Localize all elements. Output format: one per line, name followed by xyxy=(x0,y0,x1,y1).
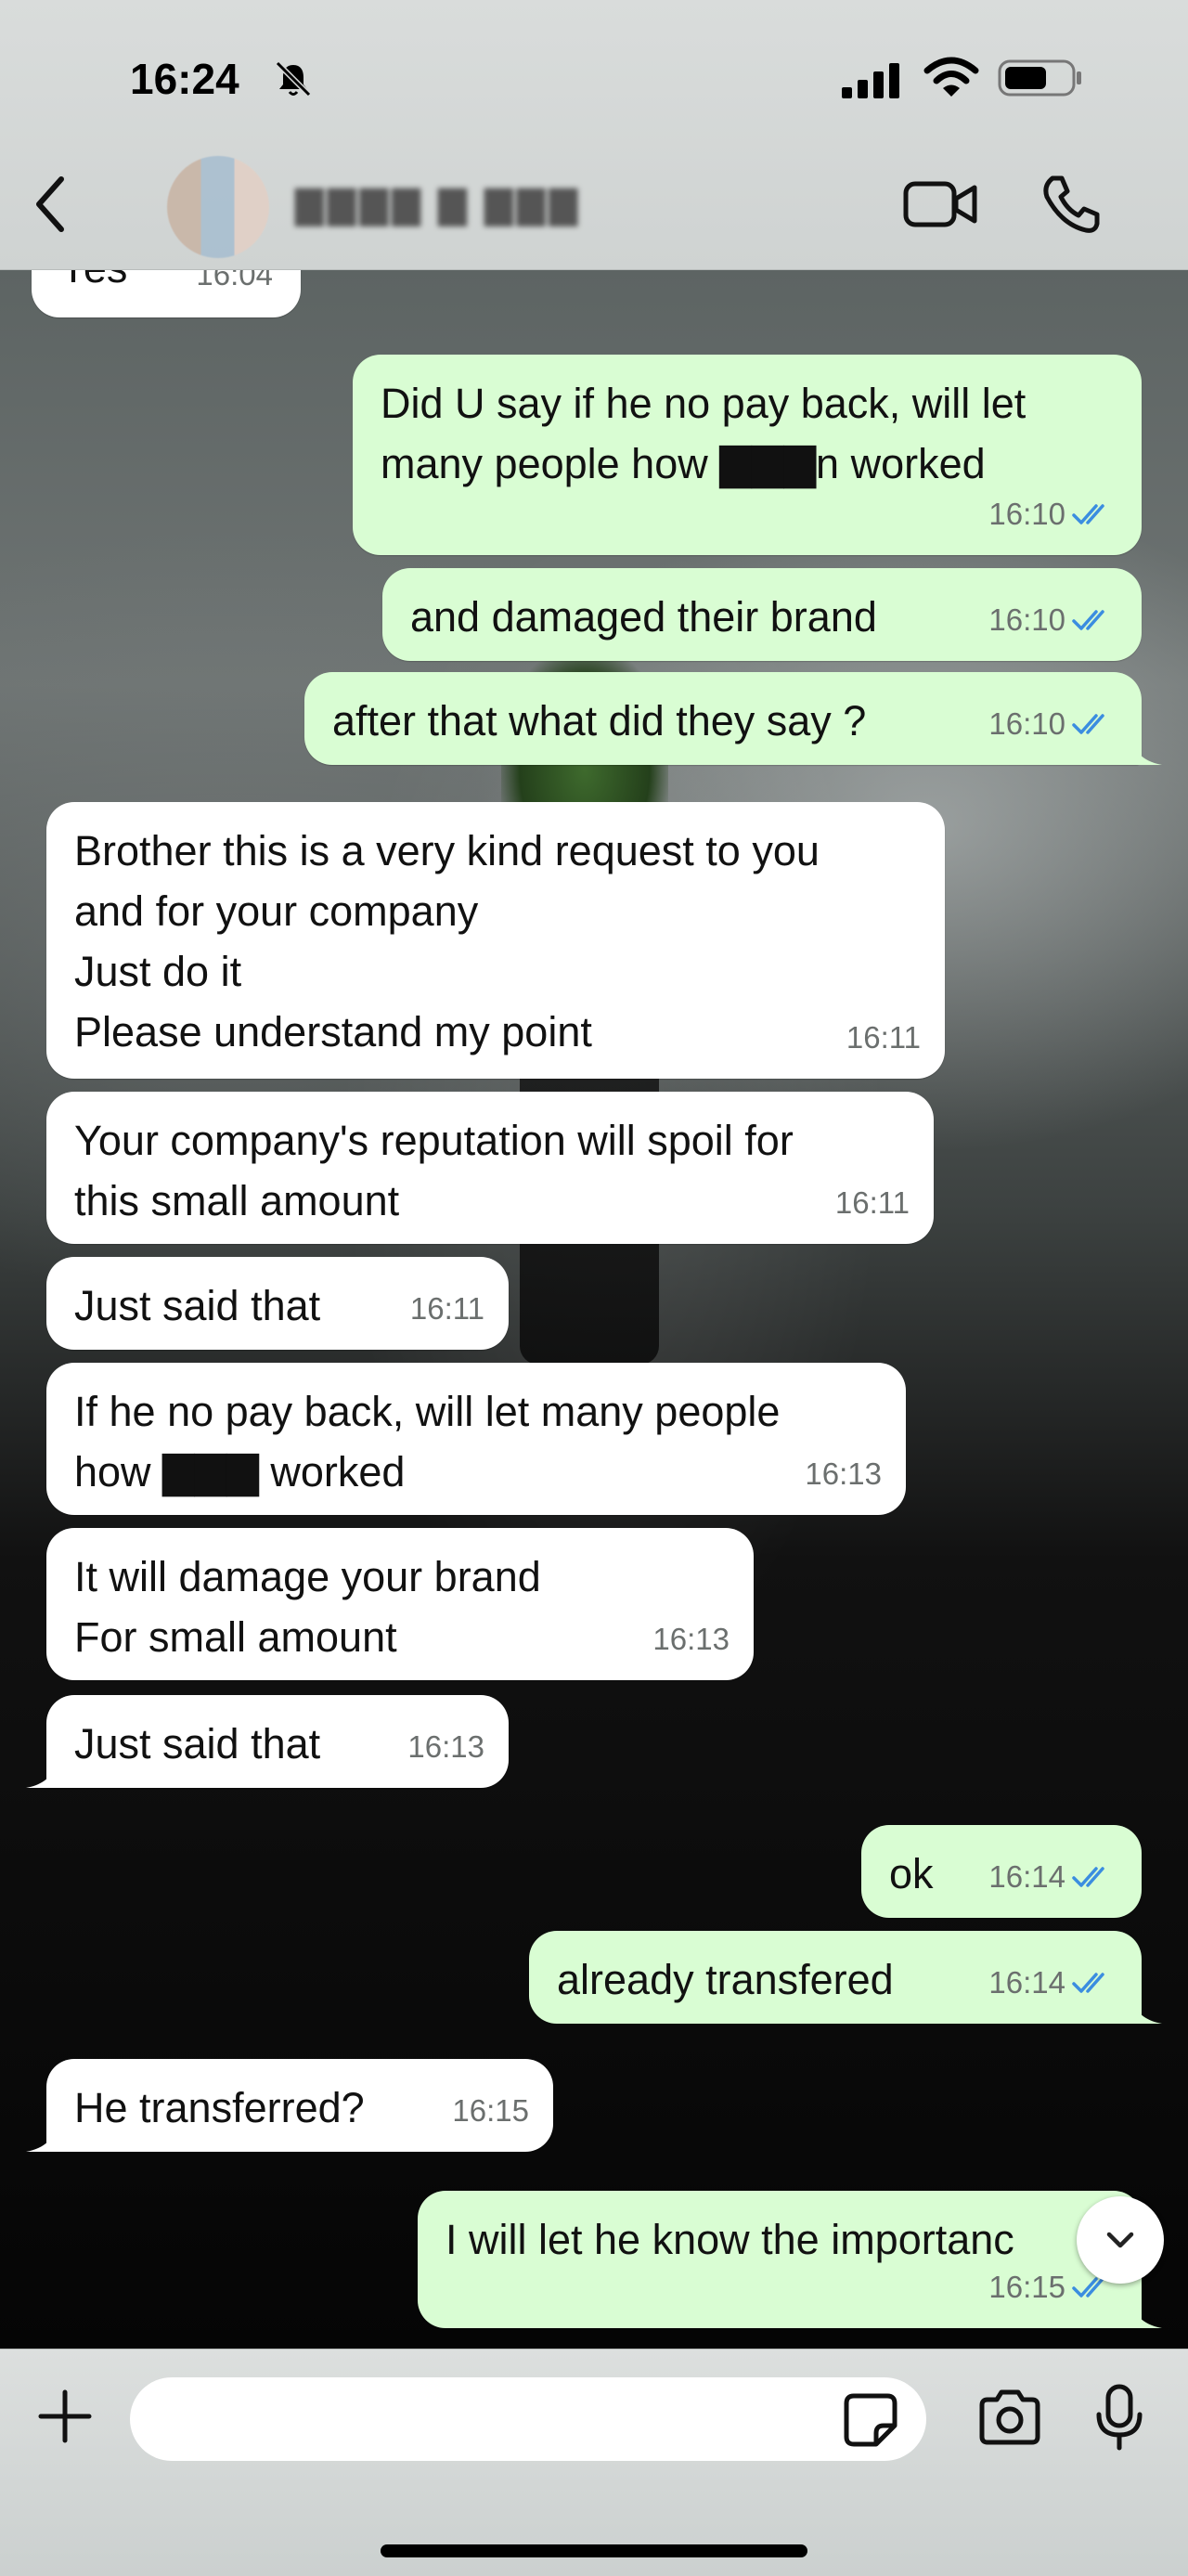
message-bubble-incoming[interactable]: Your company's reputation will spoil for… xyxy=(46,1092,934,1244)
camera-button[interactable] xyxy=(976,2388,1043,2446)
double-check-icon xyxy=(1072,1866,1104,1887)
message-time: 16:10 xyxy=(988,706,1065,741)
double-check-icon xyxy=(1072,503,1104,524)
battery-icon xyxy=(998,59,1081,97)
message-bubble-incoming[interactable]: He transferred? 16:15 xyxy=(26,2059,553,2152)
message-time: 16:15 xyxy=(452,2093,529,2128)
message-bubble-outgoing[interactable]: after that what did they say ? 16:10 xyxy=(304,672,1162,765)
voice-call-button[interactable] xyxy=(1040,173,1103,236)
message-time: 16:10 xyxy=(988,497,1065,531)
double-check-icon xyxy=(1072,1972,1104,1993)
message-bubble-incoming[interactable]: Brother this is a very kind request to y… xyxy=(46,802,945,1079)
message-bubble-incoming[interactable]: Just said that 16:11 xyxy=(46,1257,509,1350)
message-bubble-outgoing[interactable]: already transfered 16:14 xyxy=(529,1931,1162,2024)
message-text: It will damage your brand For small amou… xyxy=(74,1553,541,1661)
message-text: If he no pay back, will let many people … xyxy=(74,1388,781,1495)
message-bubble-incoming[interactable]: If he no pay back, will let many people … xyxy=(46,1363,906,1515)
message-text: Brother this is a very kind request to y… xyxy=(74,827,820,1055)
bell-off-icon xyxy=(275,60,312,97)
double-check-icon xyxy=(1072,713,1104,734)
message-input[interactable] xyxy=(130,2377,926,2461)
bubble-tail xyxy=(1129,731,1162,765)
cellular-signal-icon xyxy=(842,63,899,98)
sticker-button[interactable] xyxy=(841,2390,900,2450)
bubble-tail xyxy=(1129,1990,1162,2024)
chevron-down-icon xyxy=(1106,2232,1134,2248)
message-text: Your company's reputation will spoil for… xyxy=(74,1117,794,1224)
home-indicator[interactable] xyxy=(381,2544,807,2557)
contact-avatar[interactable] xyxy=(167,156,269,258)
compose-bar xyxy=(0,2349,1188,2576)
message-bubble-outgoing[interactable]: and damaged their brand 16:10 xyxy=(382,568,1142,661)
message-bubble-incoming[interactable]: Just said that 16:13 xyxy=(26,1695,509,1788)
message-time: 16:15 xyxy=(988,2270,1065,2304)
bubble-tail xyxy=(26,2118,59,2152)
message-time: 16:14 xyxy=(988,1859,1065,1894)
bubble-tail xyxy=(26,1754,59,1788)
double-check-icon xyxy=(1072,609,1104,630)
back-button[interactable] xyxy=(28,172,74,237)
microphone-button[interactable] xyxy=(1093,2383,1145,2452)
video-call-button[interactable] xyxy=(902,176,980,232)
bubble-tail xyxy=(1129,2295,1162,2328)
message-time: 16:11 xyxy=(834,1185,910,1220)
status-time: 16:24 xyxy=(130,55,239,103)
message-bubble-outgoing[interactable]: Did U say if he no pay back, will let ma… xyxy=(353,355,1142,555)
contact-name[interactable]: ▇▇▇▇ ▇ ▇▇▇ xyxy=(295,184,581,227)
message-time: 16:11 xyxy=(409,1291,484,1326)
message-time: 16:11 xyxy=(846,1020,921,1055)
message-time: 16:10 xyxy=(988,602,1065,637)
message-time: 16:13 xyxy=(805,1456,882,1491)
message-text: Did U say if he no pay back, will let ma… xyxy=(381,380,1027,487)
attach-plus-button[interactable] xyxy=(35,2387,95,2446)
message-time: 16:13 xyxy=(652,1622,730,1656)
message-bubble-outgoing[interactable]: ok 16:14 xyxy=(861,1825,1142,1918)
message-time: 16:13 xyxy=(407,1729,484,1764)
chat-header: 16:24 ▇▇▇▇ ▇ ▇▇▇ xyxy=(0,0,1188,270)
message-time: 16:14 xyxy=(988,1965,1065,2000)
message-bubble-outgoing[interactable]: I will let he know the importanc 16:15 xyxy=(418,2191,1162,2328)
message-bubble-incoming[interactable]: It will damage your brand For small amou… xyxy=(46,1528,754,1680)
wifi-icon xyxy=(923,57,979,97)
scroll-to-bottom-button[interactable] xyxy=(1077,2196,1164,2284)
